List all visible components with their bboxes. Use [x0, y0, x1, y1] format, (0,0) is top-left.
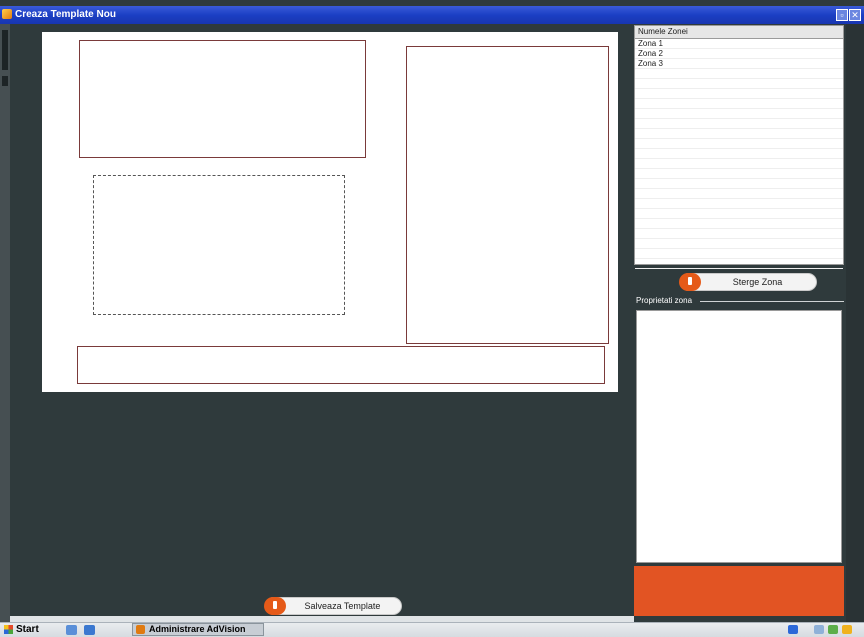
left-edge-strip — [0, 24, 10, 624]
zone-1-box[interactable] — [79, 40, 366, 158]
list-item[interactable]: Zona 2 — [635, 49, 843, 59]
template-canvas[interactable] — [42, 32, 618, 392]
zone-properties-label: Proprietati zona — [636, 296, 693, 305]
zone-properties-panel[interactable] — [636, 310, 842, 563]
delete-zone-button[interactable]: Sterge Zona — [679, 273, 817, 291]
restore-icon[interactable]: ▫ — [836, 9, 848, 21]
zone-bottom-box[interactable] — [77, 346, 605, 384]
close-icon[interactable]: ✕ — [849, 9, 861, 21]
zone-3-box[interactable] — [406, 46, 609, 344]
tray-update-icon[interactable] — [842, 625, 852, 634]
system-tray — [786, 623, 864, 636]
tray-security-icon[interactable] — [828, 625, 838, 634]
app-icon — [2, 9, 12, 19]
zone-list[interactable]: Numele Zonei Zona 1 Zona 2 Zona 3 — [634, 25, 844, 269]
accent-panel — [634, 566, 844, 616]
window-title: Creaza Template Nou — [15, 9, 116, 20]
taskbar — [0, 622, 864, 637]
tray-network-icon[interactable] — [788, 625, 798, 634]
zone-2-box-selected[interactable] — [93, 175, 345, 315]
save-template-button[interactable]: Salveaza Template — [264, 597, 402, 615]
windows-logo-icon — [4, 625, 13, 634]
right-edge-strip — [846, 24, 864, 624]
list-item[interactable]: Zona 1 — [635, 39, 843, 49]
taskbar-item-administrare[interactable]: Administrare AdVision — [132, 623, 264, 636]
zone-list-header[interactable]: Numele Zonei — [635, 26, 843, 39]
tray-volume-icon[interactable] — [814, 625, 824, 634]
quicklaunch-browser-icon[interactable] — [66, 625, 77, 635]
app-icon — [136, 625, 145, 634]
title-bar[interactable]: Creaza Template Nou ▫ ✕ — [0, 6, 864, 24]
list-item[interactable]: Zona 3 — [635, 59, 843, 69]
quicklaunch-app-icon[interactable] — [84, 625, 95, 635]
start-button[interactable]: Start — [2, 623, 45, 636]
